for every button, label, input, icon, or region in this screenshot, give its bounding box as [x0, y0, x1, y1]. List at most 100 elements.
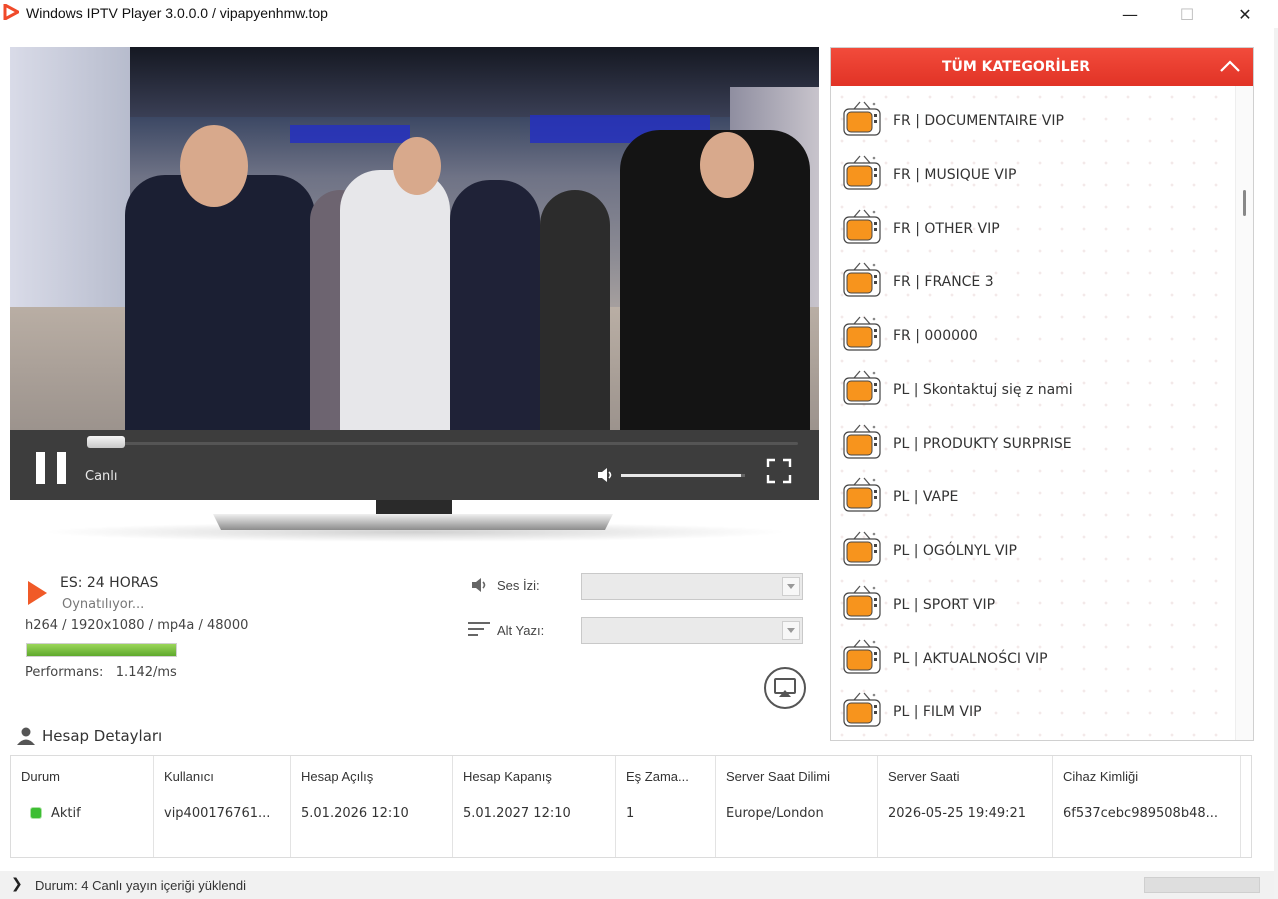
- video-person: [340, 170, 450, 430]
- window-title: Windows IPTV Player 3.0.0.0 / vipapyenhm…: [26, 5, 328, 21]
- category-item[interactable]: PL | Skontaktuj się z nami: [831, 359, 1235, 413]
- minimize-button[interactable]: —: [1101, 0, 1159, 28]
- user-icon: [17, 727, 35, 745]
- categories-scrollbar[interactable]: [1235, 86, 1253, 740]
- performance-text: Performans: 1.142/ms: [25, 665, 177, 680]
- categories-panel: TÜM KATEGORİLER FR | DOCUMENTAIRE VIP FR …: [830, 47, 1254, 741]
- seek-handle[interactable]: [87, 436, 125, 448]
- performance-bar: [26, 643, 177, 657]
- video-person: [450, 180, 540, 430]
- column-header: Hesap Açılış: [301, 769, 374, 784]
- account-col-device: Cihaz Kimliği 6f537cebc989508b48...: [1053, 756, 1241, 857]
- scrollbar-thumb[interactable]: [1243, 190, 1246, 216]
- video-person-head: [700, 132, 754, 198]
- category-label: PL | OGÓLNYL VIP: [893, 543, 1017, 559]
- video-person: [125, 175, 315, 430]
- subtitle-label: Alt Yazı:: [497, 623, 545, 638]
- account-open-date: 5.01.2026 12:10: [301, 806, 409, 821]
- volume-fill: [621, 474, 742, 477]
- account-col-close: Hesap Kapanış 5.01.2027 12:10: [453, 756, 616, 857]
- category-label: FR | DOCUMENTAIRE VIP: [893, 113, 1064, 129]
- close-button[interactable]: ✕: [1216, 0, 1274, 28]
- category-label: FR | OTHER VIP: [893, 220, 1000, 237]
- video-screens-far: [290, 125, 410, 143]
- category-label: FR | FRANCE 3: [893, 274, 994, 291]
- category-item[interactable]: PL | VAPE: [831, 466, 1235, 520]
- video-person: [540, 190, 610, 430]
- account-server-time: 2026-05-25 19:49:21: [888, 806, 1027, 821]
- tv-stand-neck: [376, 500, 452, 514]
- account-table: Durum Aktif Kullanıcı vip400176761... He…: [10, 755, 1252, 858]
- video-frame[interactable]: [10, 47, 819, 430]
- account-col-open: Hesap Açılış 5.01.2026 12:10: [291, 756, 453, 857]
- category-item[interactable]: FR | OTHER VIP: [831, 198, 1235, 252]
- category-label: PL | VAPE: [893, 489, 959, 506]
- column-header: Server Saat Dilimi: [726, 769, 831, 784]
- categories-header[interactable]: TÜM KATEGORİLER: [831, 48, 1253, 86]
- maximize-button[interactable]: ☐: [1158, 0, 1216, 28]
- volume-slider[interactable]: [621, 474, 745, 477]
- playback-status: Oynatılıyor...: [62, 597, 145, 612]
- status-value: Aktif: [51, 806, 81, 821]
- speaker-icon: [472, 578, 486, 592]
- account-col-user: Kullanıcı vip400176761...: [154, 756, 291, 857]
- audio-track-label: Ses İzi:: [497, 578, 540, 593]
- app-play-icon: [3, 4, 19, 20]
- chevron-up-icon[interactable]: [1219, 57, 1241, 75]
- status-progress: [1144, 877, 1260, 893]
- seek-bar[interactable]: [88, 442, 798, 445]
- tv-icon: [843, 101, 881, 136]
- audio-track-select[interactable]: [581, 573, 803, 600]
- category-item[interactable]: FR | FRANCE 3: [831, 251, 1235, 305]
- category-item[interactable]: FR | 000000: [831, 305, 1235, 359]
- chevron-down-icon[interactable]: [782, 577, 800, 596]
- account-section-title: Hesap Detayları: [42, 727, 163, 745]
- category-item[interactable]: PL | PRODUKTY SURPRISE: [831, 413, 1235, 467]
- account-col-concurrent: Eş Zama... 1: [616, 756, 716, 857]
- account-status: Aktif: [31, 806, 81, 821]
- video-person-head: [180, 125, 248, 207]
- column-header: Durum: [21, 769, 61, 784]
- category-item[interactable]: PL | SPORT VIP: [831, 574, 1235, 628]
- pause-icon: [36, 452, 45, 484]
- column-header: Cihaz Kimliği: [1063, 769, 1139, 784]
- live-label: Canlı: [85, 469, 118, 484]
- category-label: PL | PRODUKTY SURPRISE: [893, 435, 1072, 452]
- fullscreen-icon[interactable]: [766, 458, 792, 484]
- now-playing-icon: [28, 581, 47, 605]
- chevron-right-icon[interactable]: ❯: [11, 876, 23, 892]
- category-item[interactable]: FR | MUSIQUE VIP: [831, 144, 1235, 198]
- category-item[interactable]: PL | AKTUALNOŚCI VIP: [831, 628, 1235, 682]
- tv-icon: [843, 692, 881, 727]
- category-label: PL | SPORT VIP: [893, 596, 996, 613]
- lines-icon: [468, 622, 490, 636]
- category-item[interactable]: PL | OGÓLNYL VIP: [831, 520, 1235, 574]
- status-active-icon: [31, 808, 41, 818]
- pause-button[interactable]: [36, 452, 66, 484]
- category-label: PL | FILM VIP: [893, 704, 982, 721]
- speaker-icon[interactable]: [596, 466, 616, 484]
- account-device-id: 6f537cebc989508b48...: [1063, 806, 1219, 821]
- category-item[interactable]: PL | FILM VIP: [831, 681, 1235, 735]
- player-controls: Canlı: [10, 430, 819, 500]
- video-person-head: [393, 137, 441, 195]
- category-label: FR | 000000: [893, 328, 978, 344]
- tv-icon: [843, 639, 881, 674]
- tv-icon: [843, 424, 881, 459]
- tv-icon: [843, 155, 881, 190]
- subtitle-select[interactable]: [581, 617, 803, 644]
- cast-button[interactable]: [764, 667, 806, 709]
- account-timezone: Europe/London: [726, 806, 824, 821]
- chevron-down-icon[interactable]: [782, 621, 800, 640]
- account-col-timezone: Server Saat Dilimi Europe/London: [716, 756, 878, 857]
- tv-icon: [843, 585, 881, 620]
- account-col-status: Durum Aktif: [11, 756, 154, 857]
- tv-icon: [843, 262, 881, 297]
- column-header: Kullanıcı: [164, 769, 214, 784]
- account-close-date: 5.01.2027 12:10: [463, 806, 571, 821]
- pause-icon: [57, 452, 66, 484]
- column-header: Server Saati: [888, 769, 960, 784]
- tv-icon: [843, 477, 881, 512]
- category-item[interactable]: FR | DOCUMENTAIRE VIP: [831, 90, 1235, 144]
- column-header: Hesap Kapanış: [463, 769, 552, 784]
